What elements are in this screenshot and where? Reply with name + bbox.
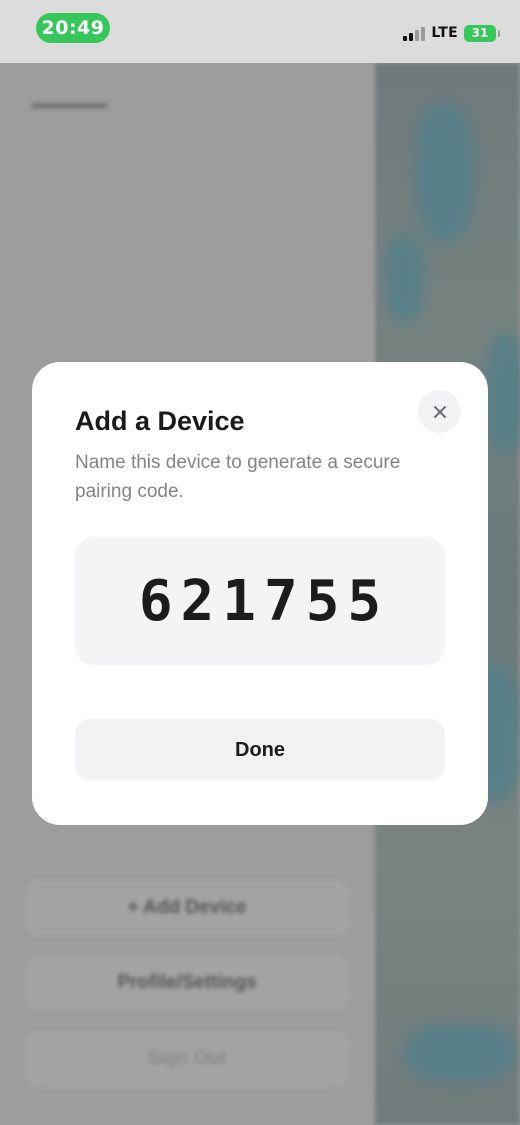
status-bar: 20:49 LTE 31 — [0, 0, 520, 63]
done-button[interactable]: Done — [75, 719, 445, 781]
background-profile-settings-button: Profile/Settings — [24, 955, 350, 1011]
status-time: 20:49 — [36, 13, 110, 43]
background-add-device-button: + Add Device — [24, 880, 350, 936]
background-header-text: ▬▬▬▬▬ — [32, 95, 107, 112]
background-sign-out-button: Sign Out — [24, 1031, 350, 1087]
status-indicators: LTE 31 — [403, 22, 500, 44]
dialog-subtitle: Name this device to generate a secure pa… — [75, 452, 401, 502]
close-button[interactable] — [418, 390, 461, 433]
cellular-signal-icon — [403, 26, 426, 41]
close-icon — [433, 405, 446, 418]
dialog-title: Add a Device — [75, 406, 245, 436]
network-type-label: LTE — [431, 25, 458, 41]
pairing-code: 621755 — [138, 568, 390, 634]
battery-icon: 31 — [464, 24, 500, 42]
pairing-code-box: 621755 — [75, 537, 445, 665]
add-device-dialog: Add a Device Name this device to generat… — [32, 362, 488, 825]
